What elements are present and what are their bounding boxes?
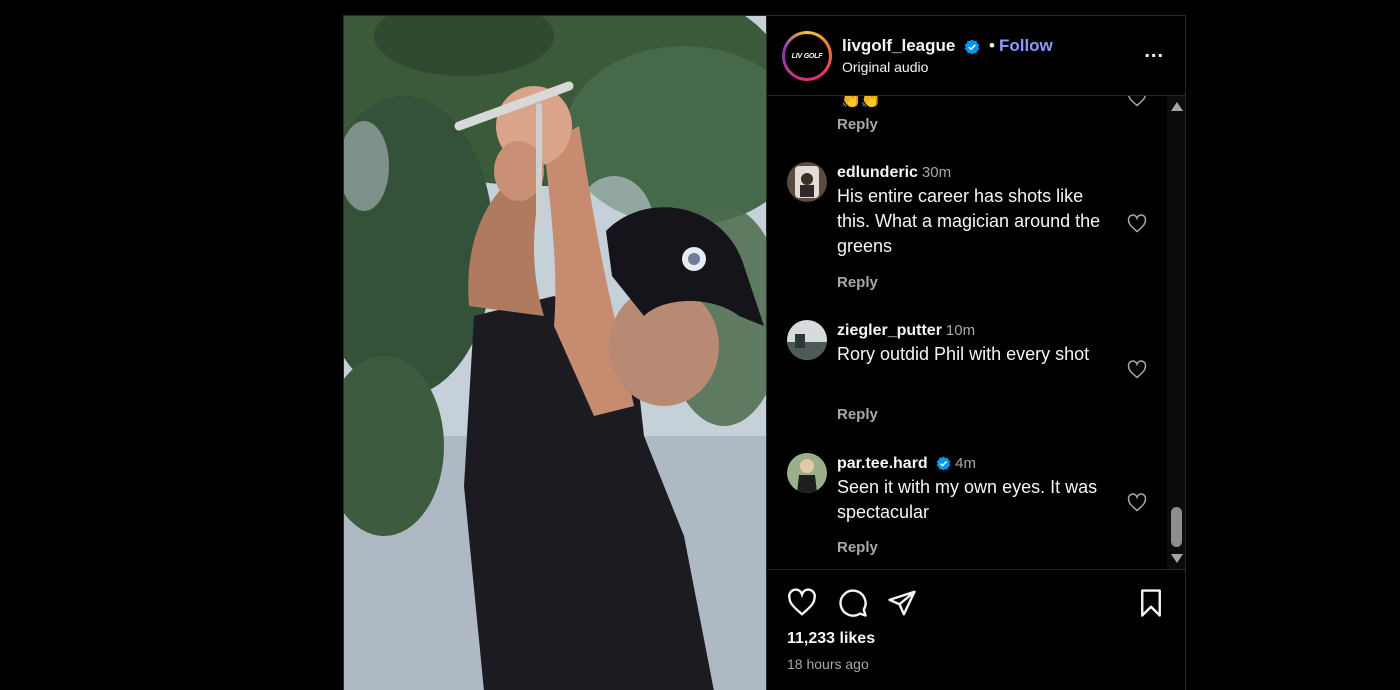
share-icon[interactable]	[887, 588, 917, 618]
comment-avatar[interactable]	[787, 320, 827, 360]
verified-badge-icon	[964, 39, 980, 55]
account-avatar[interactable]: LIV GOLF	[782, 31, 832, 81]
post-dialog: LIV GOLF livgolf_league • Follow Original…	[343, 15, 1186, 690]
emoji-row: 👏👏	[841, 96, 881, 109]
comment-text: His entire career has shots like this. W…	[837, 186, 1101, 256]
comment-time[interactable]: 4m	[955, 455, 976, 472]
reply-button[interactable]: Reply	[837, 539, 878, 556]
bookmark-icon[interactable]	[1136, 588, 1166, 618]
logo-text: LIV GOLF	[791, 52, 823, 60]
verified-badge-icon	[936, 456, 951, 471]
reply-button[interactable]: Reply	[837, 116, 878, 133]
scrollbar-thumb[interactable]	[1171, 507, 1182, 547]
likes-count[interactable]: 11,233 likes	[787, 630, 875, 648]
follow-button[interactable]: • Follow	[989, 36, 1053, 56]
comment-username[interactable]: edlunderic	[837, 164, 918, 181]
like-heart-icon[interactable]	[787, 588, 817, 618]
scroll-up-arrow-icon[interactable]	[1171, 102, 1183, 111]
comment-time[interactable]: 30m	[922, 164, 951, 181]
heart-icon[interactable]	[1127, 214, 1147, 234]
post-header: LIV GOLF livgolf_league • Follow Original…	[767, 16, 1185, 96]
comment-text: Rory outdid Phil with every shot	[837, 344, 1090, 364]
audio-label[interactable]: Original audio	[842, 59, 928, 75]
heart-icon[interactable]	[1127, 96, 1147, 108]
heart-icon[interactable]	[1127, 360, 1147, 380]
follow-separator: •	[989, 36, 995, 55]
comment-text: Seen it with my own eyes. It was spectac…	[837, 477, 1098, 522]
comments-list: 👏👏 Reply edlunderic 30m His entire career…	[767, 96, 1167, 569]
comments-scrollbar[interactable]	[1167, 96, 1185, 569]
heart-icon[interactable]	[1127, 493, 1147, 513]
comment-username[interactable]: ziegler_putter	[837, 322, 942, 339]
comment-time[interactable]: 10m	[946, 322, 975, 339]
account-username[interactable]: livgolf_league	[842, 36, 980, 56]
post-actions: 11,233 likes 18 hours ago	[767, 569, 1185, 690]
post-video[interactable]	[344, 16, 766, 690]
follow-label[interactable]: Follow	[999, 36, 1053, 55]
video-frame	[344, 16, 766, 690]
account-avatar-logo: LIV GOLF	[785, 34, 829, 78]
reply-button[interactable]: Reply	[837, 274, 878, 291]
comment-icon[interactable]	[838, 588, 868, 618]
comment-body: par.tee.hard 4m Seen it with my own eyes…	[837, 455, 1117, 525]
comment-body: edlunderic 30m His entire career has shot…	[837, 164, 1117, 259]
comment-avatar[interactable]	[787, 453, 827, 493]
comment-avatar[interactable]	[787, 162, 827, 202]
username-text[interactable]: livgolf_league	[842, 36, 955, 55]
comments-panel: LIV GOLF livgolf_league • Follow Original…	[766, 16, 1185, 690]
comment-username[interactable]: par.tee.hard	[837, 455, 928, 472]
reply-button[interactable]: Reply	[837, 406, 878, 423]
post-timestamp[interactable]: 18 hours ago	[787, 656, 869, 672]
comment-body: ziegler_putter 10m Rory outdid Phil with …	[837, 322, 1117, 367]
scroll-down-arrow-icon[interactable]	[1171, 554, 1183, 563]
more-options-icon[interactable]: ...	[1144, 40, 1164, 63]
